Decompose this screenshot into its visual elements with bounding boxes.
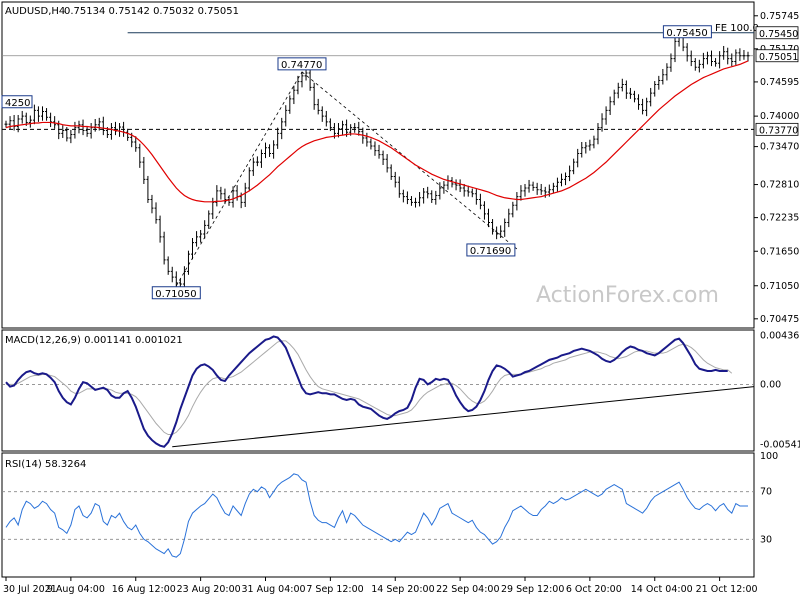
price-ytick-label: 0.70475 — [760, 314, 799, 325]
level-label: 0.71690 — [470, 246, 511, 257]
price-axis-tag-label: 0.73770 — [759, 125, 798, 136]
price-ytick-label: 0.72810 — [760, 180, 799, 191]
price-axis-tag-label: 0.75051 — [759, 52, 798, 63]
xtick-label: 21 Oct 12:00 — [696, 584, 758, 595]
price-panel-frame — [1, 1, 755, 329]
level-label: 0.71050 — [155, 289, 196, 300]
rsi-title: RSI(14) 58.3264 — [5, 459, 86, 470]
macd-panel — [2, 335, 755, 448]
chart-canvas: AUDUSD,H4 0.75134 0.75142 0.75032 0.7505… — [1, 1, 800, 595]
macd-ytick-label: 0.00 — [760, 379, 781, 390]
symbol-label: AUDUSD,H4 — [5, 6, 65, 17]
xtick-label: 22 Sep 04:00 — [436, 584, 499, 595]
rsi-ytick-label: 100 — [760, 451, 778, 462]
xtick-label: 6 Oct 20:00 — [566, 584, 622, 595]
ma-line — [5, 60, 749, 203]
price-ytick-label: 0.74595 — [760, 77, 799, 88]
rsi-panel — [2, 473, 754, 558]
price-ytick-label: 0.74000 — [760, 111, 799, 122]
rsi-panel-frame — [1, 452, 755, 578]
watermark: ActionForex.com — [536, 283, 719, 308]
rsi-ytick-label: 30 — [760, 534, 772, 545]
price-ytick-label: 0.72235 — [760, 213, 799, 224]
level-label: 0.74770 — [281, 60, 322, 71]
level-label: 4250 — [5, 98, 30, 109]
ohlc-readout: 0.75134 0.75142 0.75032 0.75051 — [64, 6, 239, 17]
price-ytick-label: 0.73470 — [760, 142, 799, 153]
level-label: 0.75450 — [666, 28, 707, 39]
xtick-label: 23 Aug 20:00 — [177, 584, 241, 595]
rsi-line — [5, 473, 748, 558]
xtick-label: 9 Aug 04:00 — [47, 584, 105, 595]
price-panel: FE 100.0 4250 0.71050 0.74770 0.71690 0.75450 — [1, 23, 759, 300]
price-ytick-label: 0.75745 — [760, 11, 799, 22]
macd-ytick-label: -0.005411 — [760, 440, 800, 451]
xtick-label: 14 Sep 20:00 — [371, 584, 434, 595]
fe-label: FE 100.0 — [715, 23, 759, 34]
xtick-label: 16 Aug 12:00 — [112, 584, 176, 595]
price-ytick-label: 0.71050 — [760, 281, 799, 292]
macd-trendline — [172, 386, 755, 448]
rsi-ytick-label: 70 — [760, 487, 772, 498]
macd-signal-line — [6, 340, 733, 436]
projection-line — [175, 71, 303, 286]
chart-window: AUDUSD,H4 0.75134 0.75142 0.75032 0.7505… — [0, 0, 800, 600]
macd-ytick-label: 0.004367 — [760, 331, 800, 342]
price-ytick-label: 0.71650 — [760, 246, 799, 257]
xtick-label: 29 Sep 12:00 — [501, 584, 564, 595]
price-axis-tag-label: 0.75450 — [759, 29, 798, 40]
xtick-label: 31 Aug 04:00 — [241, 584, 305, 595]
macd-title: MACD(12,26,9) 0.001141 0.001021 — [5, 335, 183, 346]
xtick-label: 14 Oct 04:00 — [631, 584, 693, 595]
macd-panel-frame — [1, 329, 755, 452]
xtick-label: 7 Sep 12:00 — [306, 584, 363, 595]
